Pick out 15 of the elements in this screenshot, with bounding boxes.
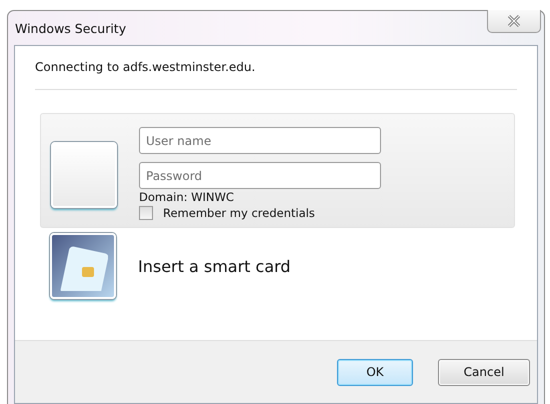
close-button[interactable] [487, 10, 541, 33]
smart-card-icon [50, 233, 116, 299]
connection-message: Connecting to adfs.westminster.edu. [35, 60, 256, 74]
credential-tile[interactable]: User name Password Domain: WINWC Remember my credentials [40, 113, 515, 228]
domain-label: Domain: WINWC [139, 190, 235, 204]
password-field[interactable]: Password [139, 162, 381, 189]
cancel-button[interactable]: Cancel [438, 358, 530, 386]
window-title: Windows Security [15, 20, 126, 36]
remember-checkbox[interactable] [139, 206, 153, 220]
close-icon [506, 14, 522, 28]
remember-label: Remember my credentials [163, 206, 315, 220]
ok-button[interactable]: OK [337, 358, 413, 386]
smart-card-option[interactable]: Insert a smart card [138, 256, 291, 276]
user-tile-icon [51, 142, 117, 208]
username-field[interactable]: User name [139, 127, 381, 154]
